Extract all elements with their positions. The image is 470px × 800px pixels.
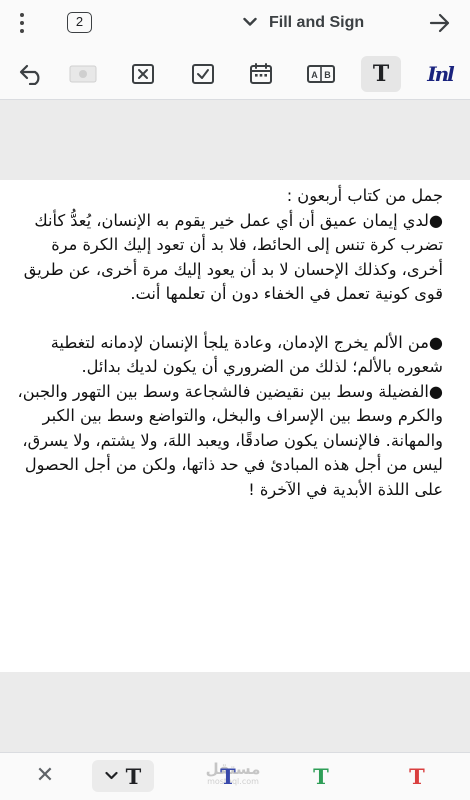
more-options-icon[interactable] — [12, 11, 32, 35]
text-style-glyph: T — [125, 763, 142, 789]
text-size-button[interactable]: T — [92, 760, 154, 792]
doc-paragraph: ●لدي إيمان عميق أن أي عمل خير يقوم به ال… — [23, 210, 443, 304]
undo-icon[interactable] — [16, 58, 48, 90]
forward-arrow-icon[interactable] — [426, 9, 454, 37]
mode-selector[interactable]: Fill and Sign — [243, 9, 364, 37]
chevron-down-icon — [243, 15, 257, 31]
document-text: جمل من كتاب أربعون : ●لدي إيمان عميق أن … — [6, 184, 443, 502]
close-icon[interactable]: ✕ — [33, 763, 57, 789]
doc-paragraph: ●الفضيلة وسط بين نقيضين فالشجاعة وسط بين… — [17, 381, 443, 499]
chevron-down-icon — [105, 769, 118, 783]
color-green-button[interactable]: T — [309, 763, 333, 791]
mode-label: Fill and Sign — [269, 14, 365, 31]
doc-paragraph: ●من الألم يخرج الإدمان، وعادة يلجأ الإنس… — [50, 332, 443, 377]
svg-text:B: B — [324, 70, 331, 80]
svg-text:A: A — [311, 70, 318, 80]
page-count-badge[interactable]: 2 — [67, 12, 92, 33]
check-mark-icon[interactable] — [187, 58, 219, 90]
color-red-button[interactable]: T — [405, 763, 429, 791]
eraser-icon — [67, 58, 99, 90]
signature-glyph: Inl — [427, 62, 454, 86]
color-blue-button[interactable]: T — [216, 763, 240, 791]
signature-icon[interactable]: Inl — [424, 58, 456, 90]
comb-field-icon[interactable]: AB — [305, 58, 337, 90]
text-tool-icon[interactable]: T — [361, 56, 401, 92]
cross-mark-icon[interactable] — [127, 58, 159, 90]
doc-paragraph: جمل من كتاب أربعون : — [286, 186, 443, 205]
date-icon[interactable] — [245, 58, 277, 90]
text-tool-glyph: T — [372, 61, 390, 87]
